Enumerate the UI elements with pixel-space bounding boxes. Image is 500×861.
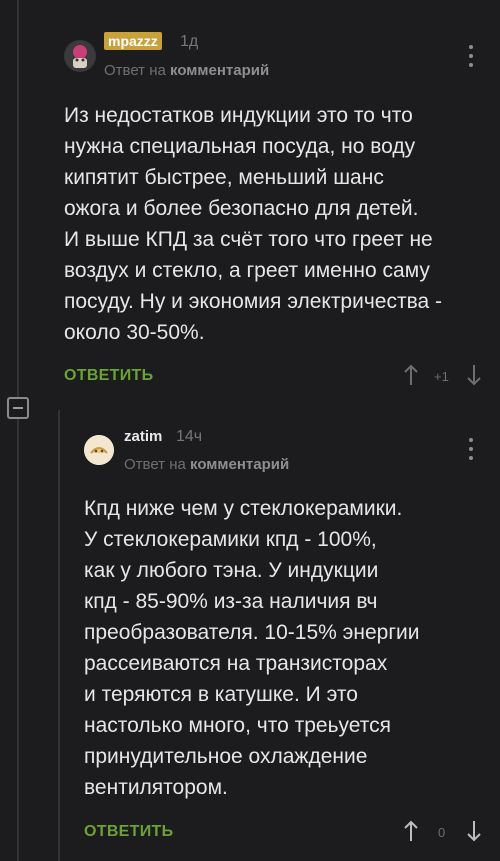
comment-line: кпд - 85-90% из-за наличия вч xyxy=(84,590,378,613)
reply-button[interactable]: ОТВЕТИТЬ xyxy=(84,823,173,841)
comment-body: Из недостатков индукции это то что нужна… xyxy=(64,100,489,348)
kebab-menu-icon[interactable] xyxy=(469,45,475,72)
reply-to-prefix: Ответ на xyxy=(104,62,166,79)
reply-to-line: Ответ на комментарий xyxy=(124,456,289,473)
arrow-down-icon[interactable] xyxy=(467,820,481,842)
comment-line: принудительное охлаждение xyxy=(84,745,368,768)
comment-line: настолько много, что треьуется xyxy=(84,714,392,737)
comment-line: рассеиваются на транзисторах xyxy=(84,652,388,675)
avatar[interactable] xyxy=(84,435,114,465)
arrow-down-icon[interactable] xyxy=(467,364,481,386)
thread-line-outer xyxy=(17,0,19,397)
comment-time: 14ч xyxy=(176,428,203,445)
comment-line: около 30-50%. xyxy=(64,321,205,344)
reply-button[interactable]: ОТВЕТИТЬ xyxy=(64,367,153,385)
comment-line: И выше КПД за счёт того что греет не xyxy=(64,228,433,251)
comment-line: преобразователя. 10-15% энергии xyxy=(84,621,420,644)
comment-line: У стеклокерамики кпд - 100%, xyxy=(84,528,377,551)
reply-to-link[interactable]: комментарий xyxy=(190,456,289,473)
avatar-image-icon xyxy=(84,435,114,465)
comment-line: вентилятором. xyxy=(84,776,228,799)
kebab-menu-icon[interactable] xyxy=(469,438,475,465)
comment-line: посуду. Ну и экономия электричества - xyxy=(64,290,443,313)
reply-to-line: Ответ на комментарий xyxy=(104,62,269,79)
comment-line: и теряются в катушке. И это xyxy=(84,683,358,706)
comment-line: ожога и более безопасно для детей. xyxy=(64,197,419,220)
rating-value: 0 xyxy=(438,825,446,840)
thread-line-inner xyxy=(58,410,60,861)
arrow-up-icon[interactable] xyxy=(404,820,418,842)
comment-time: 1д xyxy=(180,33,199,50)
avatar[interactable] xyxy=(64,40,96,72)
comment-line: Из недостатков индукции это то что xyxy=(64,104,413,127)
comment-line: кипятит быстрее, меньший шанс xyxy=(64,166,384,189)
thread-line-outer-lower xyxy=(17,419,19,861)
reply-to-link[interactable]: комментарий xyxy=(170,62,269,79)
avatar-image-icon xyxy=(64,40,96,72)
rating-value: +1 xyxy=(434,369,449,384)
username[interactable]: mpazzz xyxy=(104,32,162,50)
comment-line: нужна специальная посуда, но воду xyxy=(64,135,416,158)
comment-body: Кпд ниже чем у стеклокерамики. У стеклок… xyxy=(84,493,489,803)
comment-line: как у любого тэна. У индукции xyxy=(84,559,379,582)
reply-to-prefix: Ответ на xyxy=(124,456,186,473)
comment-line: Кпд ниже чем у стеклокерамики. xyxy=(84,497,403,520)
username[interactable]: zatim xyxy=(124,428,162,445)
arrow-up-icon[interactable] xyxy=(404,364,418,386)
collapse-thread-button[interactable] xyxy=(7,397,29,419)
comment-line: воздух и стекло, а греет именно саму xyxy=(64,259,430,282)
